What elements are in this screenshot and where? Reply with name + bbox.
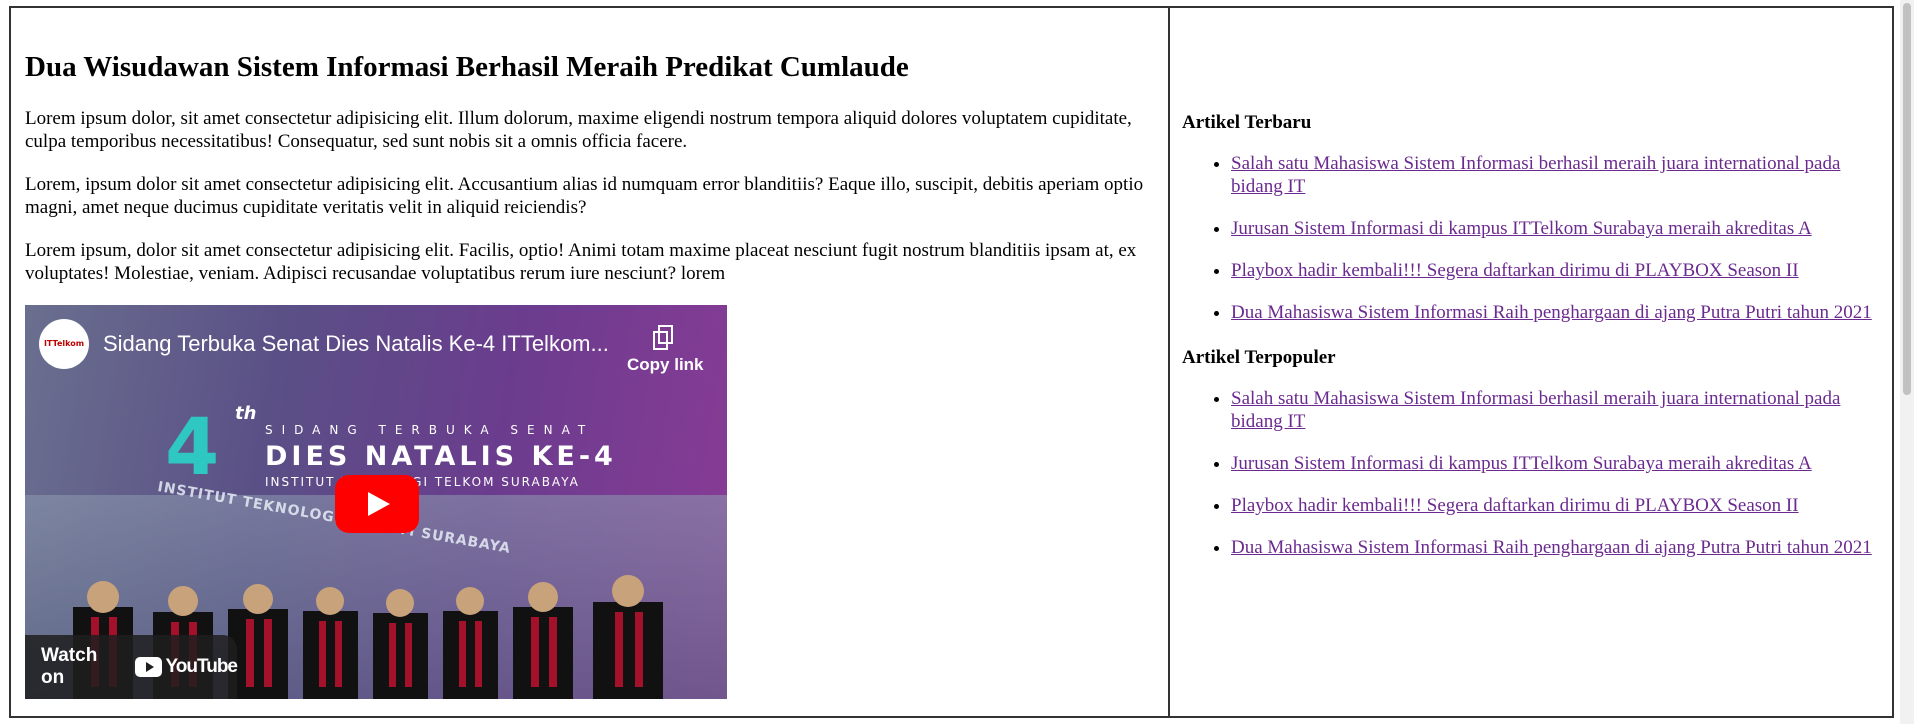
watch-on-youtube-button[interactable]: Watch on YouTube — [25, 634, 238, 699]
copy-link-label[interactable]: Copy link — [627, 355, 704, 375]
youtube-video-embed[interactable]: INSTITUT TEKNOLOGI TELKOM SURABAYA ITTel… — [25, 304, 727, 699]
dies-natalis-ordinal: th — [235, 402, 257, 424]
latest-article-link[interactable]: Playbox hadir kembali!!! Segera daftarka… — [1231, 260, 1799, 281]
latest-article-link[interactable]: Salah satu Mahasiswa Sistem Informasi be… — [1231, 153, 1840, 197]
copy-link-icon[interactable] — [652, 324, 674, 351]
watch-on-label: Watch on — [41, 644, 98, 688]
sidebar-cell: Artikel Terbaru Salah satu Mahasiswa Sis… — [1168, 6, 1894, 718]
list-item: Playbox hadir kembali!!! Segera daftarka… — [1231, 494, 1880, 517]
latest-article-link[interactable]: Jurusan Sistem Informasi di kampus ITTel… — [1231, 218, 1812, 239]
youtube-wordmark: YouTube — [165, 655, 238, 677]
channel-logo-text: ITTelkom — [43, 339, 85, 349]
list-item: Jurusan Sistem Informasi di kampus ITTel… — [1231, 452, 1880, 475]
list-item: Dua Mahasiswa Sistem Informasi Raih peng… — [1231, 301, 1880, 324]
play-button[interactable] — [335, 474, 419, 533]
article-paragraph: Lorem ipsum dolor, sit amet consectetur … — [25, 107, 1132, 152]
popular-article-link[interactable]: Playbox hadir kembali!!! Segera daftarka… — [1231, 495, 1799, 516]
popular-articles-heading: Artikel Terpopuler — [1182, 347, 1336, 368]
article-title: Dua Wisudawan Sistem Informasi Berhasil … — [25, 51, 909, 83]
list-item: Dua Mahasiswa Sistem Informasi Raih peng… — [1231, 536, 1880, 559]
popular-article-link[interactable]: Dua Mahasiswa Sistem Informasi Raih peng… — [1231, 537, 1872, 558]
thumbnail-line-3: INSTITUT TEKNOLOGI TELKOM SURABAYA — [265, 474, 580, 489]
article-paragraph: Lorem, ipsum dolor sit amet consectetur … — [25, 173, 1144, 218]
latest-articles-heading: Artikel Terbaru — [1182, 112, 1312, 133]
article-paragraph: Lorem ipsum, dolor sit amet consectetur … — [25, 239, 1137, 284]
list-item: Salah satu Mahasiswa Sistem Informasi be… — [1231, 387, 1880, 433]
article: Dua Wisudawan Sistem Informasi Berhasil … — [11, 8, 1168, 699]
list-item: Jurusan Sistem Informasi di kampus ITTel… — [1231, 217, 1880, 240]
list-item: Salah satu Mahasiswa Sistem Informasi be… — [1231, 152, 1880, 198]
popular-articles-list: Salah satu Mahasiswa Sistem Informasi be… — [1182, 387, 1880, 559]
latest-article-link[interactable]: Dua Mahasiswa Sistem Informasi Raih peng… — [1231, 302, 1872, 323]
thumbnail-line-2: DIES NATALIS KE-4 — [265, 440, 617, 472]
video-title[interactable]: Sidang Terbuka Senat Dies Natalis Ke-4 I… — [103, 331, 609, 357]
sidebar: Artikel Terbaru Salah satu Mahasiswa Sis… — [1170, 8, 1892, 559]
channel-avatar[interactable]: ITTelkom — [39, 318, 89, 369]
popular-article-link[interactable]: Salah satu Mahasiswa Sistem Informasi be… — [1231, 388, 1840, 432]
thumbnail-line-1: SIDANG TERBUKA SENAT — [265, 422, 595, 437]
latest-articles-list: Salah satu Mahasiswa Sistem Informasi be… — [1182, 152, 1880, 324]
youtube-icon — [135, 656, 162, 677]
scrollbar-thumb[interactable] — [1903, 3, 1911, 395]
page-layout-table: Dua Wisudawan Sistem Informasi Berhasil … — [9, 6, 1894, 718]
main-content-cell: Dua Wisudawan Sistem Informasi Berhasil … — [9, 6, 1170, 718]
popular-article-link[interactable]: Jurusan Sistem Informasi di kampus ITTel… — [1231, 453, 1812, 474]
list-item: Playbox hadir kembali!!! Segera daftarka… — [1231, 259, 1880, 282]
